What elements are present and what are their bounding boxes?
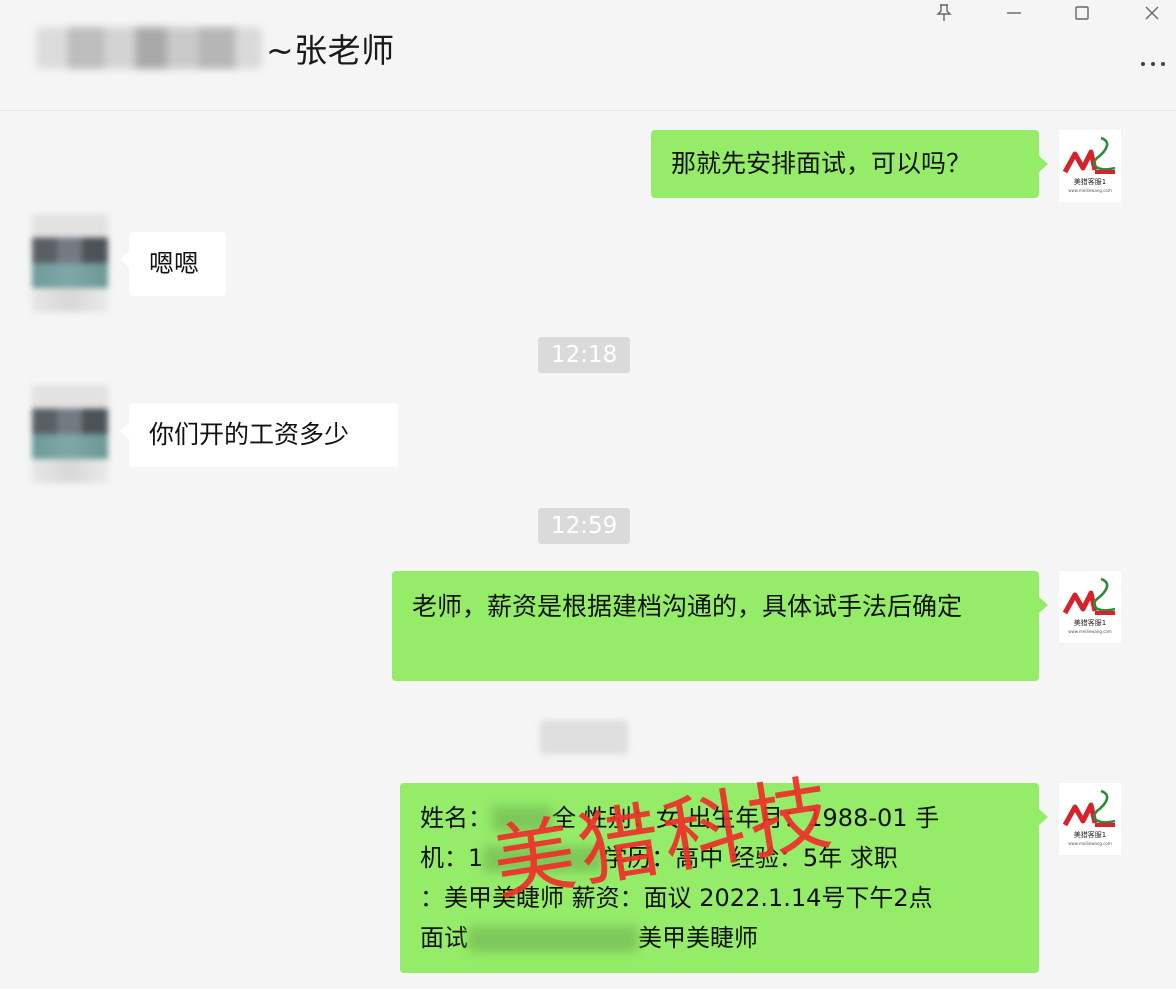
bubble-tail: [1038, 596, 1048, 614]
timestamp: 12:18: [538, 337, 631, 373]
blurred-text: [468, 926, 638, 952]
avatar[interactable]: 美猎客服1 www.meiliewang.com: [1059, 571, 1121, 643]
message-text: 那就先安排面试，可以吗？: [671, 149, 972, 178]
ml-logo-icon: 美猎客服1 www.meiliewang.com: [1062, 577, 1116, 634]
svg-text:www.meiliewang.com: www.meiliewang.com: [1068, 188, 1112, 193]
pin-icon[interactable]: [924, 0, 964, 26]
svg-text:美猎客服1: 美猎客服1: [1074, 830, 1106, 839]
blurred-timestamp: [540, 720, 628, 754]
message-text: 嗯嗯: [149, 249, 200, 278]
message-text: 老师，薪资是根据建档沟通的，具体试手法后确定: [412, 592, 963, 621]
chat-title-text: ~张老师: [266, 31, 395, 70]
minimize-icon[interactable]: [994, 0, 1034, 26]
message-bubble-incoming[interactable]: 嗯嗯: [129, 232, 226, 296]
bubble-tail: [1038, 155, 1048, 173]
ml-logo-icon: 美猎客服1 www.meiliewang.com: [1062, 136, 1116, 193]
message-line: 面试 美甲美睫师: [420, 924, 758, 952]
more-icon[interactable]: [1130, 50, 1176, 78]
message-bubble-outgoing[interactable]: 那就先安排面试，可以吗？: [651, 130, 1039, 198]
timestamp: 12:59: [538, 508, 631, 544]
avatar[interactable]: [32, 385, 108, 483]
message-bubble-incoming[interactable]: 你们开的工资多少: [129, 403, 398, 467]
chat-header: ~张老师: [0, 0, 1176, 111]
maximize-icon[interactable]: [1062, 0, 1102, 26]
svg-text:www.meiliewang.com: www.meiliewang.com: [1068, 629, 1112, 634]
avatar[interactable]: 美猎客服1 www.meiliewang.com: [1059, 130, 1121, 202]
svg-text:www.meiliewang.com: www.meiliewang.com: [1068, 841, 1112, 846]
message-bubble-outgoing[interactable]: 老师，薪资是根据建档沟通的，具体试手法后确定: [392, 571, 1039, 681]
close-icon[interactable]: [1132, 0, 1172, 26]
svg-text:美猎客服1: 美猎客服1: [1074, 618, 1106, 627]
chat-title: ~张老师: [36, 22, 395, 74]
blurred-contact-name: [36, 27, 262, 69]
bubble-tail: [1038, 808, 1048, 826]
avatar[interactable]: 美猎客服1 www.meiliewang.com: [1059, 783, 1121, 855]
message-text: 你们开的工资多少: [149, 420, 350, 449]
svg-text:美猎客服1: 美猎客服1: [1074, 177, 1106, 186]
ml-logo-icon: 美猎客服1 www.meiliewang.com: [1062, 789, 1116, 846]
avatar[interactable]: [32, 214, 108, 312]
